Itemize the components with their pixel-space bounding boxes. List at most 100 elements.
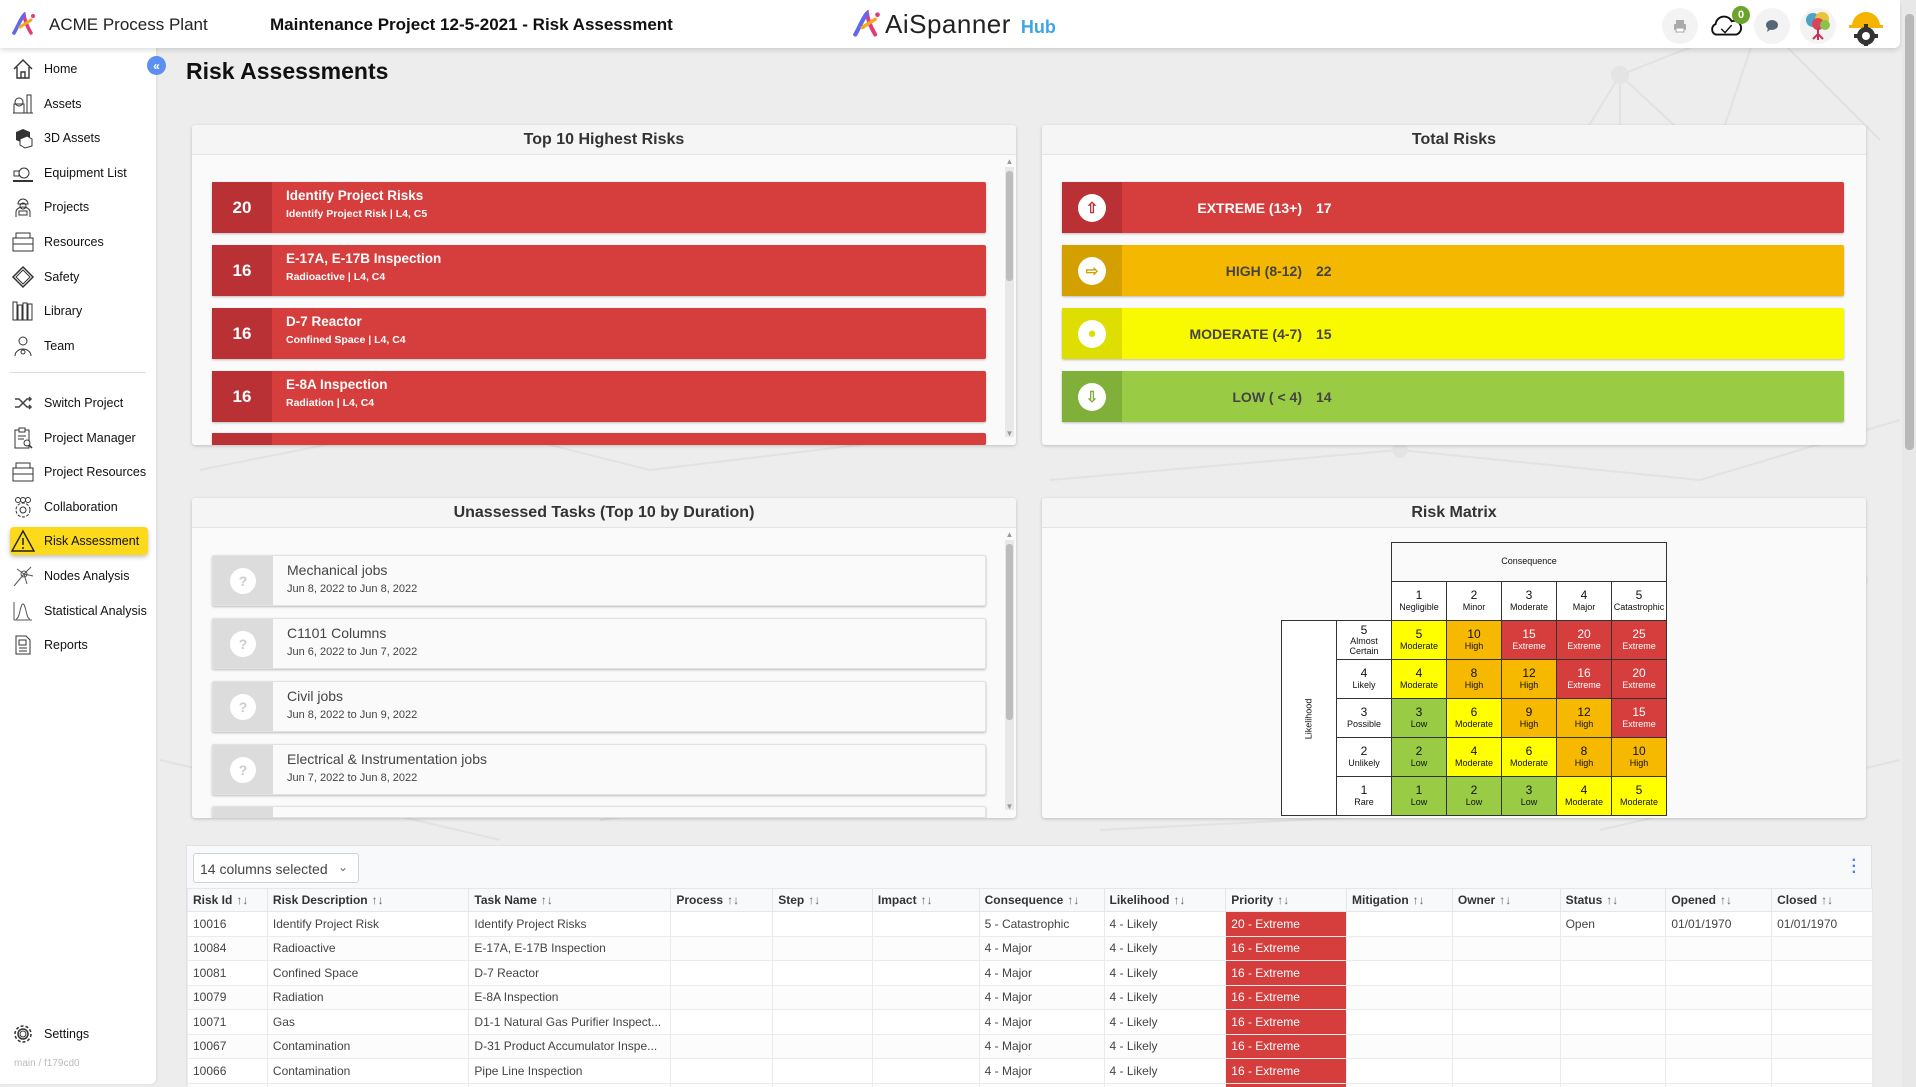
print-button[interactable] xyxy=(1662,8,1698,44)
sidebar-item-reports[interactable]: Reports xyxy=(10,631,148,659)
page-scrollbar-thumb[interactable] xyxy=(1905,14,1914,450)
risk-tile-partial[interactable] xyxy=(212,433,986,445)
column-header-status[interactable]: Status ↑↓ xyxy=(1559,888,1667,912)
sidebar-item-project-resources[interactable]: Project Resources xyxy=(10,458,148,486)
cell-likelihood: 4 - Likely xyxy=(1103,935,1227,961)
top-risks-scrollbar[interactable] xyxy=(1005,167,1014,437)
sidebar-item-label: Statistical Analysis xyxy=(44,603,147,618)
table-row[interactable]: 10016 Identify Project Risk Identify Proje… xyxy=(187,911,1873,937)
sort-icon[interactable]: ↑↓ xyxy=(727,893,739,907)
risk-level-count: 17 xyxy=(1316,199,1332,216)
sidebar-item-equipment-list[interactable]: Equipment List xyxy=(10,159,148,187)
sort-icon[interactable]: ↑↓ xyxy=(1821,893,1833,907)
sidebar-item-assets[interactable]: Assets xyxy=(10,90,148,118)
scroll-up-arrow-icon[interactable]: ▲ xyxy=(1005,530,1014,539)
cell-opened xyxy=(1665,935,1773,961)
column-header-likelihood[interactable]: Likelihood ↑↓ xyxy=(1103,888,1227,912)
sidebar-item-team[interactable]: Team xyxy=(10,332,148,360)
matrix-cell: 2 Low xyxy=(1391,737,1447,777)
column-header-impact[interactable]: Impact ↑↓ xyxy=(871,888,980,912)
cell-risk-id: 10071 xyxy=(187,1009,268,1035)
column-selector-dropdown[interactable]: 14 columns selected ⌄ xyxy=(193,853,359,883)
sidebar-item-settings[interactable]: Settings xyxy=(10,1020,148,1048)
table-row-partial[interactable] xyxy=(187,1082,1873,1087)
sort-icon[interactable]: ↑↓ xyxy=(1499,893,1511,907)
page-scrollbar[interactable] xyxy=(1902,0,1916,1087)
unassessed-task-tile[interactable]: ? C1101 Columns Jun 6, 2022 to Jun 7, 2022 xyxy=(212,618,986,669)
unassessed-task-tile[interactable]: ? Civil jobs Jun 8, 2022 to Jun 9, 2022 xyxy=(212,681,986,732)
table-row[interactable]: 10084 Radioactive E-17A, E-17B Inspection 4… xyxy=(187,935,1873,961)
sidebar-item-3d-assets[interactable]: 3D Assets xyxy=(10,124,148,152)
sidebar-item-resources[interactable]: Resources xyxy=(10,228,148,256)
sort-icon[interactable]: ↑↓ xyxy=(236,893,248,907)
unassessed-task-tile[interactable]: ? Mechanical jobs Jun 8, 2022 to Jun 8, 20… xyxy=(212,555,986,606)
scroll-down-arrow-icon[interactable]: ▼ xyxy=(1005,429,1014,438)
table-row[interactable]: 10079 Radiation E-8A Inspection 4 - Major 4 … xyxy=(187,984,1873,1010)
column-header-opened[interactable]: Opened ↑↓ xyxy=(1665,888,1773,912)
sort-icon[interactable]: ↑↓ xyxy=(1413,893,1425,907)
risk-level-extreme[interactable]: ⇧ EXTREME (13+) 17 xyxy=(1062,182,1844,233)
risk-tile[interactable]: 16 E-17A, E-17B Inspection Radioactive | L… xyxy=(212,245,986,296)
table-row[interactable]: 10071 Gas D1-1 Natural Gas Purifier Inspec… xyxy=(187,1009,1873,1035)
printer-icon xyxy=(1674,20,1686,33)
column-header-priority[interactable]: Priority ↑↓ xyxy=(1225,888,1348,912)
column-header-task-name[interactable]: Task Name ↑↓ xyxy=(468,888,672,912)
sidebar-item-nodes-analysis[interactable]: Nodes Analysis xyxy=(10,562,148,590)
sort-icon[interactable]: ↑↓ xyxy=(372,893,384,907)
sidebar-item-risk-assessment[interactable]: Risk Assessment xyxy=(10,527,148,556)
sidebar-item-project-manager[interactable]: Project Manager xyxy=(10,424,148,452)
column-header-consequence[interactable]: Consequence ↑↓ xyxy=(978,888,1105,912)
column-header-risk-id[interactable]: Risk Id ↑↓ xyxy=(187,888,268,912)
sidebar-item-collaboration[interactable]: Collaboration xyxy=(10,493,148,521)
column-header-owner[interactable]: Owner ↑↓ xyxy=(1451,888,1561,912)
sort-icon[interactable]: ↑↓ xyxy=(1277,893,1289,907)
sidebar-item-projects[interactable]: Projects xyxy=(10,193,148,221)
scroll-up-arrow-icon[interactable]: ▲ xyxy=(1005,157,1014,166)
risk-level-high[interactable]: ⇨ HIGH (8-12) 22 xyxy=(1062,245,1844,296)
risk-tile[interactable]: 16 E-8A Inspection Radiation | L4, C4 xyxy=(212,371,986,422)
unassessed-scrollbar[interactable] xyxy=(1005,540,1014,810)
sort-icon[interactable]: ↑↓ xyxy=(1174,893,1186,907)
sort-icon[interactable]: ↑↓ xyxy=(921,893,933,907)
sidebar-item-switch-project[interactable]: Switch Project xyxy=(10,389,148,417)
risk-tile[interactable]: 16 D-7 Reactor Confined Space | L4, C4 xyxy=(212,308,986,359)
card-title: Unassessed Tasks (Top 10 by Duration) xyxy=(192,498,1016,528)
column-header-closed[interactable]: Closed ↑↓ xyxy=(1771,888,1873,912)
risk-level-moderate[interactable]: ● MODERATE (4-7) 15 xyxy=(1062,308,1844,359)
brand-logo-icon[interactable] xyxy=(12,12,36,36)
task-tile-partial[interactable] xyxy=(212,806,986,818)
cell-risk-id: 10067 xyxy=(187,1033,268,1059)
chat-button[interactable] xyxy=(1754,8,1790,44)
sort-icon[interactable]: ↑↓ xyxy=(541,893,553,907)
table-row[interactable]: 10081 Confined Space D-7 Reactor 4 - Major 4… xyxy=(187,960,1873,986)
sort-icon[interactable]: ↑↓ xyxy=(808,893,820,907)
collapse-sidebar-button[interactable]: « xyxy=(147,56,166,75)
cloud-sync-button[interactable]: 0 xyxy=(1708,6,1750,44)
sort-icon[interactable]: ↑↓ xyxy=(1720,893,1732,907)
column-header-step[interactable]: Step ↑↓ xyxy=(772,888,873,912)
table-row[interactable]: 10067 Contamination D-31 Product Accumulat… xyxy=(187,1033,1873,1059)
sidebar-item-statistical-analysis[interactable]: Statistical Analysis xyxy=(10,597,148,625)
column-header-mitigation[interactable]: Mitigation ↑↓ xyxy=(1346,888,1453,912)
risk-tile[interactable]: 20 Identify Project Risks Identify Project… xyxy=(212,182,986,233)
ai-brain-button[interactable] xyxy=(1800,8,1836,44)
user-avatar[interactable] xyxy=(1846,6,1886,46)
table-row[interactable]: 10066 Contamination Pipe Line Inspection 4 … xyxy=(187,1058,1873,1084)
scroll-down-arrow-icon[interactable]: ▼ xyxy=(1005,802,1014,811)
sort-icon[interactable]: ↑↓ xyxy=(1606,893,1618,907)
sidebar-item-safety[interactable]: Safety xyxy=(10,263,148,291)
column-header-risk-description[interactable]: Risk Description ↑↓ xyxy=(266,888,470,912)
risk-level-low[interactable]: ⇩ LOW ( < 4) 14 xyxy=(1062,371,1844,422)
task-dates: Jun 7, 2022 to Jun 8, 2022 xyxy=(287,772,418,784)
sidebar-item-library[interactable]: Library xyxy=(10,297,148,325)
likelihood-header: 4 Likely xyxy=(1336,659,1392,699)
sidebar-item-label: Resources xyxy=(44,235,104,249)
sidebar-item-home[interactable]: Home xyxy=(10,55,148,83)
card-title: Total Risks xyxy=(1042,125,1866,155)
column-header-process[interactable]: Process ↑↓ xyxy=(670,888,774,912)
table-options-kebab-icon[interactable]: · · · xyxy=(1852,853,1857,881)
sort-icon[interactable]: ↑↓ xyxy=(1067,893,1079,907)
question-mark-icon: ? xyxy=(230,693,256,720)
cell-likelihood: 4 - Likely xyxy=(1103,1033,1227,1059)
unassessed-task-tile[interactable]: ? Electrical & Instrumentation jobs Jun 7,… xyxy=(212,744,986,795)
